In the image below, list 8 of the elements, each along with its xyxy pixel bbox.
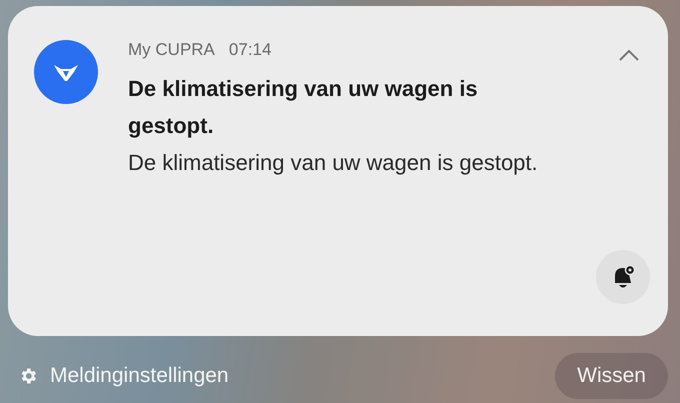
settings-link[interactable]: Meldinginstellingen [50, 364, 229, 388]
collapse-icon[interactable] [618, 48, 640, 62]
logo-icon [34, 40, 98, 104]
notification-time: 07:14 [228, 40, 272, 60]
clear-button[interactable]: Wissen [555, 353, 668, 399]
notification-title: De klimatisering van uw wagen is gestopt. [128, 75, 479, 140]
app-name: My CUPRA [128, 40, 215, 60]
notification-body: De klimatisering van uw wagen is gestopt. [128, 149, 539, 177]
